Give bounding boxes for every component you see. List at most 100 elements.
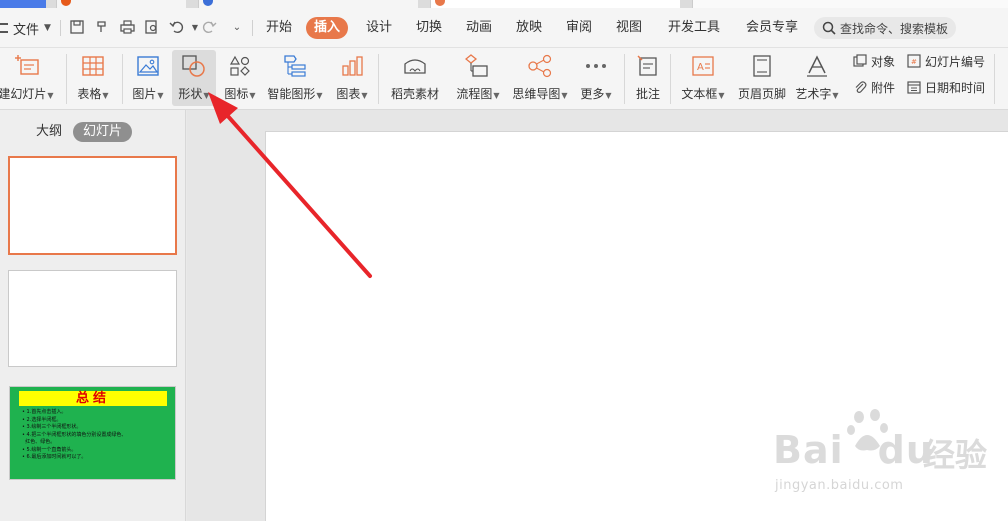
more-icon <box>581 51 611 81</box>
print-preview-icon[interactable] <box>143 18 161 36</box>
tab-outline[interactable]: 大纲 <box>26 122 72 142</box>
datetime-button[interactable]: 日期和时间 <box>906 78 985 96</box>
slide-bullet: • 4.把三个半闭框形状的填色分别设置成绿色、 <box>22 431 127 438</box>
watermark-url: jingyan.baidu.com <box>775 478 904 493</box>
object-button[interactable]: 对象 <box>852 52 895 70</box>
slide-bullet: • 2.选择半闭框。 <box>22 416 62 423</box>
docs-tab-icon <box>61 0 71 6</box>
header-footer-icon <box>747 51 777 81</box>
comment-label: 批注 <box>635 87 660 101</box>
mindmap-button[interactable]: 思维导图▼ <box>510 50 570 106</box>
slide-thumbnail-2[interactable] <box>8 270 177 367</box>
chevron-down-icon: ▼ <box>102 91 109 100</box>
chart-button[interactable]: 图表▼ <box>332 50 372 106</box>
window-tab-home[interactable] <box>0 0 46 8</box>
file-menu[interactable]: 文件 ▼ <box>0 19 51 38</box>
picture-label: 图片 <box>132 87 157 101</box>
tab-member[interactable]: 会员专享 <box>738 17 806 39</box>
chevron-down-icon: ▼ <box>361 91 368 100</box>
flowchart-icon <box>463 51 493 81</box>
object-icon <box>852 53 868 69</box>
window-tab-presentation[interactable] <box>430 0 680 8</box>
presentation-tab-icon <box>435 0 445 6</box>
separator <box>670 54 671 104</box>
shape-label: 形状 <box>178 87 203 101</box>
tab-transitions[interactable]: 切换 <box>408 17 450 39</box>
header-footer-button[interactable]: 页眉页脚 <box>736 50 788 106</box>
attachment-button[interactable]: 附件 <box>852 78 895 96</box>
window-tab-new[interactable] <box>692 0 1008 8</box>
chevron-down-icon: ▼ <box>316 91 323 100</box>
shape-button[interactable]: 形状▼ <box>172 50 216 106</box>
daoke-material-button[interactable]: 稻壳素材 <box>388 50 442 106</box>
mindmap-icon <box>525 51 555 81</box>
tab-view[interactable]: 视图 <box>608 17 650 39</box>
new-slide-label: 建幻灯片 <box>0 87 47 101</box>
header-footer-label: 页眉页脚 <box>737 87 786 101</box>
flowchart-button[interactable]: 流程图▼ <box>450 50 506 106</box>
datetime-label: 日期和时间 <box>925 80 986 95</box>
comment-icon <box>633 51 663 81</box>
chevron-down-icon: ▼ <box>203 91 210 100</box>
smartart-label: 智能图形 <box>267 87 316 101</box>
chevron-down-icon: ▼ <box>44 23 51 33</box>
more-button[interactable]: 更多▼ <box>576 50 616 106</box>
undo-icon[interactable] <box>168 18 186 36</box>
chevron-down-icon: ▼ <box>493 91 500 100</box>
comment-button[interactable]: 批注 <box>630 50 666 106</box>
tab-developer[interactable]: 开发工具 <box>660 17 728 39</box>
calendar-icon <box>906 79 922 95</box>
slide-number-button[interactable]: # 幻灯片编号 <box>906 52 985 70</box>
slide-bullet: • 5.绘制一个直角箭头。 <box>22 446 77 453</box>
textbox-button[interactable]: A 文本框▼ <box>676 50 730 106</box>
wordart-label: 艺术字 <box>795 87 832 101</box>
slide-bullet: • 3.绘制三个半闭框形状。 <box>22 424 82 430</box>
command-search[interactable]: 查找命令、搜索模板 <box>814 17 956 39</box>
icon-label: 图标 <box>224 87 249 101</box>
separator <box>122 54 123 104</box>
chevron-down-icon: ▼ <box>47 91 54 100</box>
chevron-down-icon: ▼ <box>249 91 256 100</box>
new-slide-button[interactable]: 建幻灯片▼ <box>0 50 56 106</box>
format-painter-icon[interactable] <box>93 18 111 36</box>
wordart-button[interactable]: 艺术字▼ <box>794 50 840 106</box>
picture-icon <box>133 51 163 81</box>
chevron-down-icon: ▼ <box>718 91 725 100</box>
search-icon <box>822 21 836 35</box>
window-tab-docs[interactable] <box>56 0 186 8</box>
slide-thumbnail-1[interactable] <box>8 156 177 255</box>
separator <box>60 20 61 36</box>
tab-home[interactable]: 开始 <box>258 17 300 39</box>
smartart-button[interactable]: 智能图形▼ <box>264 50 326 106</box>
slide-thumbnail-3[interactable]: 总结 • 1.首先点击插入。 • 2.选择半闭框。 • 3.绘制三个半闭框形状。… <box>9 386 176 480</box>
chevron-down-icon: ▼ <box>832 91 839 100</box>
menu-bar: 文件 ▼ ▼ ⌄ 开始 插入 设计 切换 动画 放映 审阅 视图 开发工具 会员… <box>0 8 1008 48</box>
customize-toolbar-icon[interactable]: ⌄ <box>228 18 246 36</box>
new-slide-icon <box>13 51 43 81</box>
shape-icon <box>179 51 209 81</box>
tab-design[interactable]: 设计 <box>358 17 400 39</box>
tab-slideshow[interactable]: 放映 <box>508 17 550 39</box>
tab-animation[interactable]: 动画 <box>458 17 500 39</box>
wordart-icon <box>802 51 832 81</box>
tab-insert[interactable]: 插入 <box>306 17 349 39</box>
window-tab-word[interactable] <box>198 0 418 8</box>
redo-icon[interactable] <box>200 18 218 36</box>
object-label: 对象 <box>871 54 896 69</box>
smartart-icon <box>280 51 310 81</box>
chart-icon <box>337 51 367 81</box>
chevron-down-icon: ▼ <box>157 91 164 100</box>
picture-button[interactable]: 图片▼ <box>128 50 168 106</box>
print-icon[interactable] <box>118 18 136 36</box>
slide-bullet-list: • 1.首先点击插入。 • 2.选择半闭框。 • 3.绘制三个半闭框形状。 • … <box>22 409 170 462</box>
icon-button[interactable]: 图标▼ <box>220 50 260 106</box>
tab-review[interactable]: 审阅 <box>558 17 600 39</box>
textbox-icon: A <box>688 51 718 81</box>
separator <box>252 20 253 36</box>
chevron-down-icon: ▼ <box>605 91 612 100</box>
table-button[interactable]: 表格▼ <box>72 50 114 106</box>
tab-slides[interactable]: 幻灯片 <box>73 122 133 142</box>
daoke-label: 稻壳素材 <box>390 87 439 101</box>
svg-text:#: # <box>911 58 917 66</box>
save-icon[interactable] <box>68 18 86 36</box>
